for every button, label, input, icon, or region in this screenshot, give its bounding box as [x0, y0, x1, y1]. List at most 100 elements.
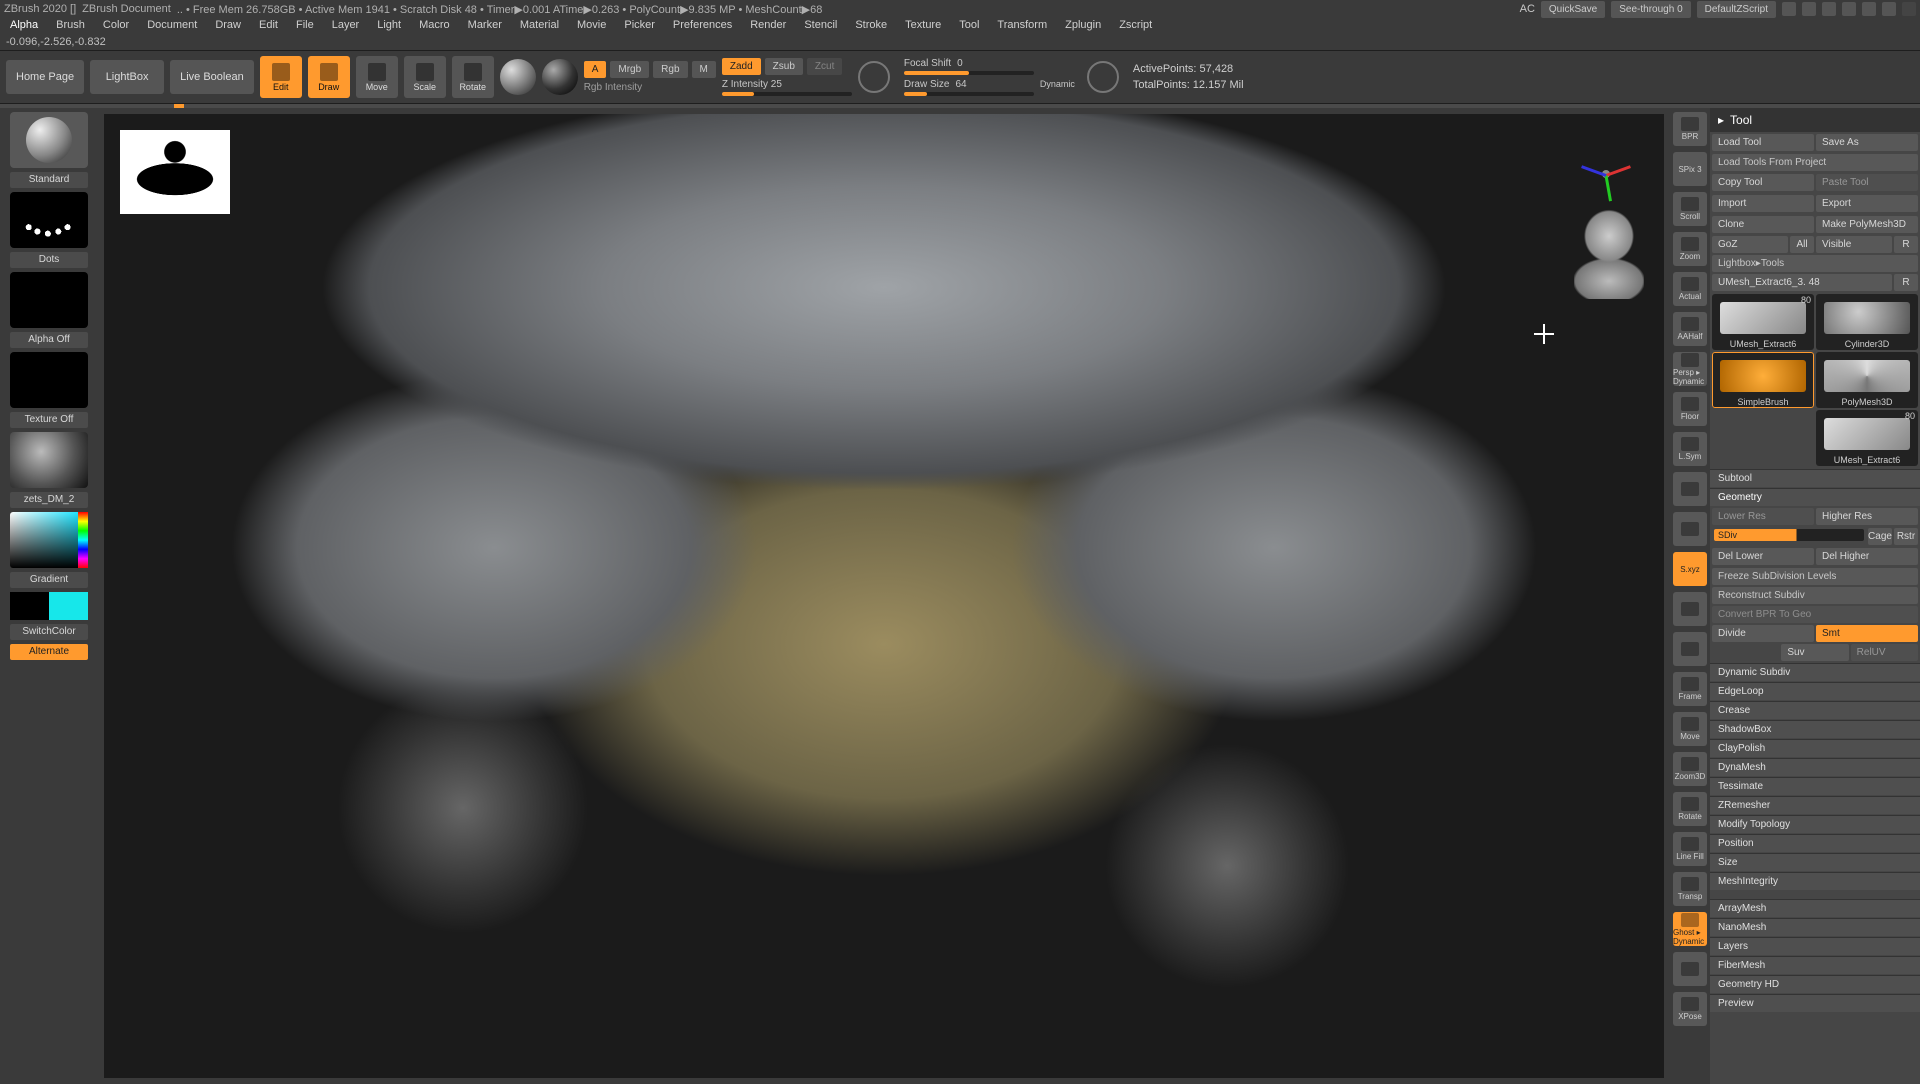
reconstruct-subdiv-button[interactable]: Reconstruct Subdiv: [1712, 587, 1918, 604]
acc-size[interactable]: Size: [1710, 853, 1920, 871]
texture-swatch[interactable]: [10, 352, 88, 408]
acc-dynamesh[interactable]: DynaMesh: [1710, 758, 1920, 776]
lightbox-button[interactable]: LightBox: [90, 60, 164, 94]
menu-transform[interactable]: Transform: [991, 18, 1053, 32]
rail-zoom3d[interactable]: Zoom3D: [1673, 752, 1707, 786]
rail-persp[interactable]: Persp ▸ Dynamic: [1673, 352, 1707, 386]
paste-tool-button[interactable]: Paste Tool: [1816, 174, 1918, 191]
menu-edit[interactable]: Edit: [253, 18, 284, 32]
gyro-sphere-dark[interactable]: [542, 59, 578, 95]
load-tools-project-button[interactable]: Load Tools From Project: [1712, 154, 1918, 171]
menu-zplugin[interactable]: Zplugin: [1059, 18, 1107, 32]
restore-icon[interactable]: [1862, 2, 1876, 16]
silhouette-thumb[interactable]: [120, 130, 230, 214]
smt-toggle[interactable]: Smt: [1816, 625, 1918, 642]
lower-res-button[interactable]: Lower Res: [1712, 508, 1814, 525]
rail-rotate[interactable]: Rotate: [1673, 792, 1707, 826]
rail-spacer4[interactable]: [1673, 632, 1707, 666]
color-picker[interactable]: [10, 512, 88, 568]
load-tool-button[interactable]: Load Tool: [1712, 134, 1814, 151]
rail-aahalf[interactable]: AAHalf: [1673, 312, 1707, 346]
thumb-cylinder3d[interactable]: Cylinder3D: [1816, 294, 1918, 350]
menu-texture[interactable]: Texture: [899, 18, 947, 32]
a-toggle[interactable]: A: [584, 61, 607, 78]
active-tool-r[interactable]: R: [1894, 274, 1918, 291]
save-as-button[interactable]: Save As: [1816, 134, 1918, 151]
rail-spacer1[interactable]: [1673, 472, 1707, 506]
rail-move[interactable]: Move: [1673, 712, 1707, 746]
switch-color-button[interactable]: SwitchColor: [10, 624, 88, 640]
lightbox-tools-button[interactable]: Lightbox▸Tools: [1712, 255, 1918, 272]
rail-ghost[interactable]: Ghost ▸ Dynamic: [1673, 912, 1707, 946]
divide-button[interactable]: Divide: [1712, 625, 1814, 642]
brush-swatch[interactable]: [10, 112, 88, 168]
acc-nanomesh[interactable]: NanoMesh: [1710, 918, 1920, 936]
clone-button[interactable]: Clone: [1712, 216, 1814, 233]
color-swatch-pair[interactable]: [10, 592, 88, 620]
goz-button[interactable]: GoZ: [1712, 236, 1788, 253]
acc-arraymesh[interactable]: ArrayMesh: [1710, 899, 1920, 917]
rail-bpr[interactable]: BPR: [1673, 112, 1707, 146]
tool-panel-header[interactable]: ▸ Tool: [1710, 108, 1920, 132]
zadd-toggle[interactable]: Zadd: [722, 58, 761, 75]
acc-preview[interactable]: Preview: [1710, 994, 1920, 1012]
goz-all-button[interactable]: All: [1790, 236, 1814, 253]
primary-color[interactable]: [49, 592, 88, 620]
sdiv-slider[interactable]: SDiv: [1714, 529, 1864, 541]
float-icon[interactable]: [1822, 2, 1836, 16]
del-lower-button[interactable]: Del Lower: [1712, 548, 1814, 565]
thumb-umesh[interactable]: 80UMesh_Extract6: [1712, 294, 1814, 350]
alternate-button[interactable]: Alternate: [10, 644, 88, 660]
minimize-icon[interactable]: [1842, 2, 1856, 16]
mrgb-toggle[interactable]: Mrgb: [610, 61, 649, 78]
geometry-header[interactable]: Geometry: [1710, 488, 1920, 506]
menu-render[interactable]: Render: [744, 18, 792, 32]
rstr-button[interactable]: Rstr: [1894, 528, 1918, 545]
viewport[interactable]: [104, 114, 1664, 1078]
material-swatch[interactable]: [10, 432, 88, 488]
seethrough-slider[interactable]: See-through 0: [1611, 1, 1690, 18]
del-higher-button[interactable]: Del Higher: [1816, 548, 1918, 565]
menu-marker[interactable]: Marker: [462, 18, 508, 32]
default-zscript-button[interactable]: DefaultZScript: [1697, 1, 1776, 18]
secondary-color[interactable]: [10, 592, 49, 620]
rail-transp[interactable]: Transp: [1673, 872, 1707, 906]
rail-solomode[interactable]: [1673, 952, 1707, 986]
acc-geometryhd[interactable]: Geometry HD: [1710, 975, 1920, 993]
cage-button[interactable]: Cage: [1868, 528, 1892, 545]
menu-file[interactable]: File: [290, 18, 320, 32]
menu-layer[interactable]: Layer: [326, 18, 366, 32]
menu-brush[interactable]: Brush: [50, 18, 91, 32]
layout-icon[interactable]: [1802, 2, 1816, 16]
rgb-toggle[interactable]: Rgb: [653, 61, 687, 78]
rail-xpose[interactable]: XPose: [1673, 992, 1707, 1026]
rail-linefill[interactable]: Line Fill: [1673, 832, 1707, 866]
quicksave-button[interactable]: QuickSave: [1541, 1, 1605, 18]
zcut-toggle[interactable]: Zcut: [807, 58, 842, 75]
rotate-mode-button[interactable]: Rotate: [452, 56, 494, 98]
menu-alpha[interactable]: Alpha: [4, 18, 44, 32]
thumb-simplebrush[interactable]: SimpleBrush: [1712, 352, 1814, 408]
rail-floor[interactable]: Floor: [1673, 392, 1707, 426]
menu-light[interactable]: Light: [371, 18, 407, 32]
draw-mode-button[interactable]: Draw: [308, 56, 350, 98]
menu-icon[interactable]: [1782, 2, 1796, 16]
focal-shift-slider[interactable]: Focal Shift0: [904, 58, 1034, 75]
acc-claypolish[interactable]: ClayPolish: [1710, 739, 1920, 757]
suv-toggle[interactable]: Suv: [1781, 644, 1848, 661]
thumb-umesh2[interactable]: 80UMesh_Extract6: [1816, 410, 1918, 466]
rail-lsym[interactable]: L.Sym: [1673, 432, 1707, 466]
maximize-icon[interactable]: [1882, 2, 1896, 16]
menu-picker[interactable]: Picker: [618, 18, 661, 32]
convert-bpr-button[interactable]: Convert BPR To Geo: [1712, 606, 1918, 623]
make-polymesh3d-button[interactable]: Make PolyMesh3D: [1816, 216, 1918, 233]
acc-shadowbox[interactable]: ShadowBox: [1710, 720, 1920, 738]
acc-fibermesh[interactable]: FiberMesh: [1710, 956, 1920, 974]
menu-stroke[interactable]: Stroke: [849, 18, 893, 32]
alpha-swatch[interactable]: [10, 272, 88, 328]
rail-sxyz[interactable]: S.xyz: [1673, 552, 1707, 586]
rail-scroll[interactable]: Scroll: [1673, 192, 1707, 226]
acc-dynamic-subdiv[interactable]: Dynamic Subdiv: [1710, 663, 1920, 681]
subtool-header[interactable]: Subtool: [1710, 469, 1920, 487]
copy-tool-button[interactable]: Copy Tool: [1712, 174, 1814, 191]
